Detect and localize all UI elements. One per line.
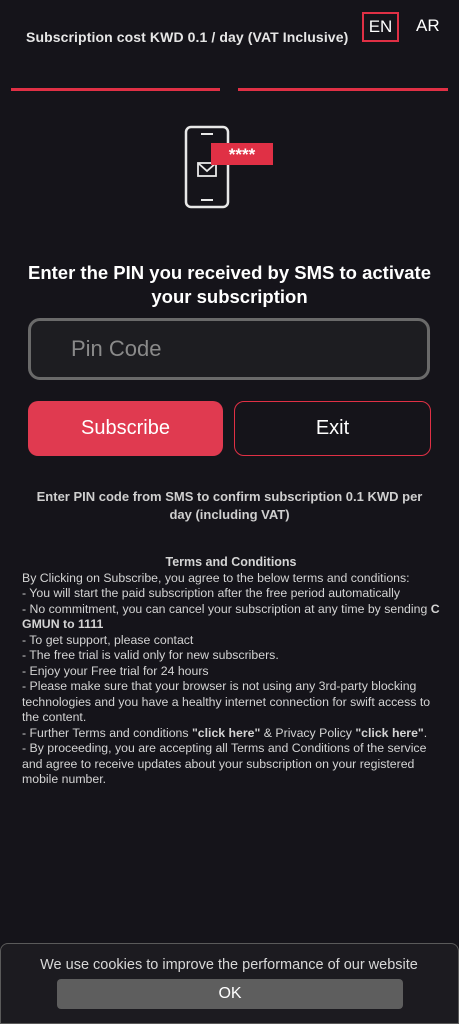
terms-item-text: .	[423, 725, 428, 740]
page-headline: Enter the PIN you received by SMS to act…	[27, 262, 432, 307]
terms-item: - To get support, please contact	[22, 632, 194, 647]
terms-item-text: & Privacy Policy	[260, 725, 356, 740]
privacy-policy-link[interactable]: "click here"	[355, 726, 423, 740]
terms-link[interactable]: "click here"	[192, 726, 260, 740]
progress-bar-step-2	[238, 88, 448, 91]
terms-item: - Further Terms and conditions "click he…	[22, 726, 440, 742]
subscribe-button[interactable]: Subscribe	[28, 401, 223, 456]
terms-title: Terms and Conditions	[165, 555, 297, 569]
phone-sms-icon: ****	[184, 125, 273, 209]
confirm-instruction-text: Enter PIN code from SMS to confirm subsc…	[36, 489, 423, 522]
terms-item: - The free trial is valid only for new s…	[22, 648, 279, 662]
terms-item: - Please make sure that your browser is …	[22, 679, 431, 724]
terms-item: - Enjoy your Free trial for 24 hours	[22, 663, 209, 678]
terms-section: Terms and Conditions By Clicking on Subs…	[22, 555, 440, 788]
cookie-text: We use cookies to improve the performanc…	[40, 957, 418, 973]
terms-item: - You will start the paid subscription a…	[22, 586, 400, 600]
language-ar-button[interactable]: AR	[416, 16, 440, 36]
header-cost-text: Subscription cost KWD 0.1 / day (VAT Inc…	[26, 29, 349, 45]
terms-item: - By proceeding, you are accepting all T…	[22, 741, 427, 786]
progress-bar-step-1	[11, 88, 220, 91]
terms-item-text: - No commitment, you can cancel your sub…	[22, 601, 431, 616]
language-en-button[interactable]: EN	[362, 12, 399, 42]
terms-item-text: - Further Terms and conditions	[22, 725, 192, 740]
pin-code-input[interactable]	[28, 318, 430, 380]
cookie-banner: We use cookies to improve the performanc…	[0, 943, 459, 1024]
exit-button[interactable]: Exit	[234, 401, 431, 456]
terms-intro: By Clicking on Subscribe, you agree to t…	[22, 570, 410, 585]
terms-item: - No commitment, you can cancel your sub…	[22, 602, 440, 633]
cookie-ok-button[interactable]: OK	[57, 979, 403, 1009]
pin-mask-text: ****	[229, 145, 256, 164]
